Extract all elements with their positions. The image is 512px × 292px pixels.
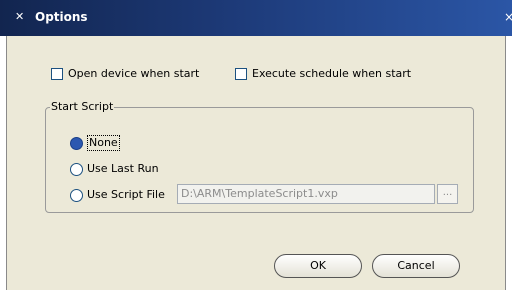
open-device-checkbox[interactable]: Open device when start — [51, 67, 199, 81]
radio-last-run-label: Use Last Run — [87, 162, 159, 175]
browse-button[interactable]: ... — [437, 184, 458, 204]
radio-none-label: None — [87, 135, 120, 151]
open-device-label: Open device when start — [68, 67, 200, 80]
radio-script-file-label: Use Script File — [87, 188, 165, 201]
execute-schedule-checkbox[interactable]: Execute schedule when start — [235, 67, 411, 81]
radio-unselected-icon[interactable] — [70, 188, 83, 202]
cancel-button[interactable]: Cancel — [372, 254, 460, 278]
radio-last-run[interactable]: Use Last Run — [70, 162, 159, 176]
window-title: Options — [35, 10, 88, 24]
execute-schedule-label: Execute schedule when start — [252, 67, 412, 80]
radio-unselected-icon[interactable] — [70, 162, 83, 176]
ok-button[interactable]: OK — [274, 254, 362, 278]
checkbox-box[interactable] — [51, 68, 63, 80]
radio-none[interactable]: None — [70, 135, 120, 151]
window-menu-icon[interactable]: ✕ — [15, 10, 29, 24]
close-icon[interactable]: × — [504, 10, 512, 24]
start-script-legend: Start Script — [50, 100, 115, 113]
script-path-field[interactable]: D:\ARM\TemplateScript1.vxp — [177, 184, 435, 204]
title-bar: ✕ Options × — [0, 0, 512, 36]
checkbox-box[interactable] — [235, 68, 247, 80]
radio-script-file[interactable]: Use Script File — [70, 188, 165, 202]
radio-selected-icon[interactable] — [70, 136, 83, 150]
